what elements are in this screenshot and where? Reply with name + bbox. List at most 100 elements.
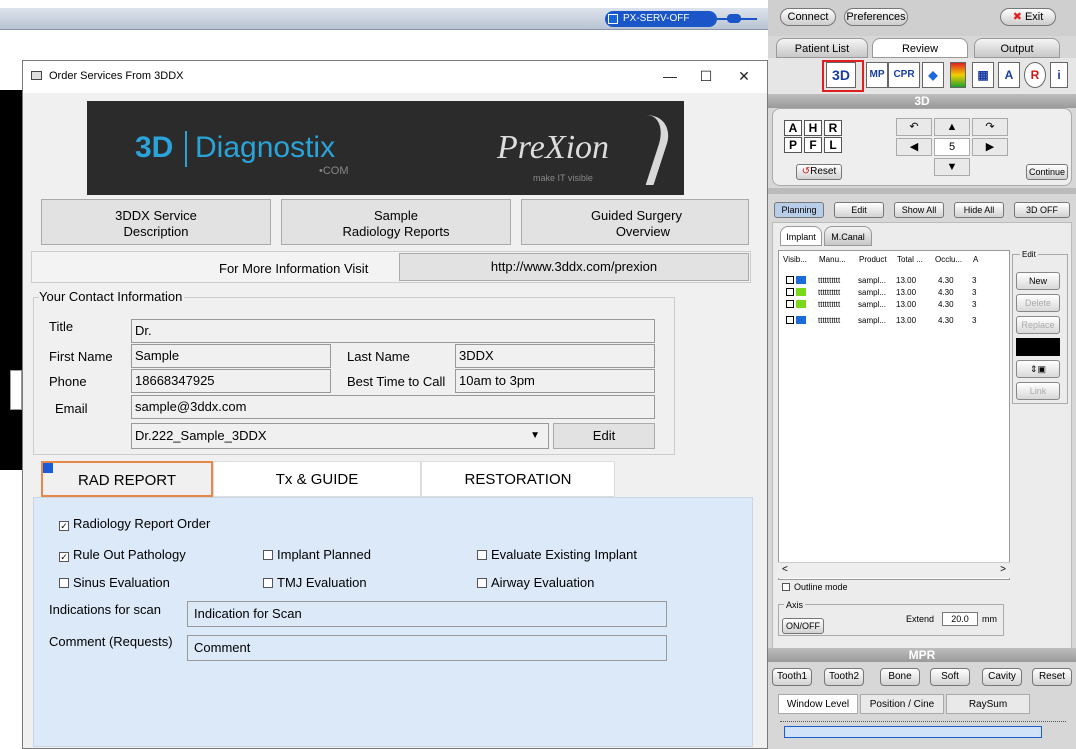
- cpr-tool[interactable]: CPR: [888, 62, 920, 88]
- info-tool[interactable]: i: [1050, 62, 1068, 88]
- minimize-button[interactable]: —: [655, 65, 685, 87]
- phone-field[interactable]: 18668347925: [131, 369, 331, 393]
- close-button[interactable]: ✕: [729, 65, 759, 87]
- row-a: 3: [972, 300, 977, 309]
- mp-tool[interactable]: MP: [866, 62, 888, 88]
- cavity-button[interactable]: Cavity: [982, 668, 1022, 686]
- tab-output[interactable]: Output: [974, 38, 1060, 58]
- rule-out-checkbox[interactable]: ✓ Rule Out Pathology: [59, 547, 186, 562]
- tab-window-level[interactable]: Window Level: [778, 694, 858, 714]
- bone-button[interactable]: Bone: [880, 668, 920, 686]
- step-value[interactable]: 5: [934, 138, 970, 156]
- radiology-order-checkbox[interactable]: ✓ Radiology Report Order: [59, 516, 210, 531]
- 3d-off-button[interactable]: 3D OFF: [1014, 202, 1070, 218]
- hide-all-button[interactable]: Hide All: [954, 202, 1004, 218]
- tab-rad-report[interactable]: RAD REPORT: [41, 461, 213, 497]
- visibility-check-icon[interactable]: [786, 288, 794, 296]
- tooth-icon[interactable]: ◆: [922, 62, 944, 88]
- record-tool[interactable]: R: [1024, 62, 1046, 88]
- comment-field[interactable]: Comment: [187, 635, 667, 661]
- connect-button[interactable]: Connect: [780, 8, 836, 26]
- airway-checkbox[interactable]: Airway Evaluation: [477, 575, 594, 590]
- exit-button[interactable]: ✖ Exit: [1000, 8, 1056, 26]
- exit-label: Exit: [1024, 11, 1044, 23]
- arrow-down-icon[interactable]: ▼: [934, 158, 970, 176]
- window-level-slider[interactable]: [784, 726, 1042, 738]
- table-row[interactable]: tttttttttt sampl... 13.00 4.30 3: [786, 300, 1006, 310]
- tab-review[interactable]: Review: [872, 38, 968, 58]
- preferences-button[interactable]: Preferences: [844, 8, 908, 26]
- tooth1-button[interactable]: Tooth1: [772, 668, 812, 686]
- best-time-field[interactable]: 10am to 3pm: [455, 369, 655, 393]
- tab-position-cine[interactable]: Position / Cine: [860, 694, 944, 714]
- email-field[interactable]: sample@3ddx.com: [131, 395, 655, 419]
- outline-mode-checkbox[interactable]: Outline mode: [782, 582, 848, 592]
- length-arrow-icon[interactable]: ⇕▣: [1016, 360, 1060, 378]
- replace-implant-button[interactable]: Replace: [1016, 316, 1060, 334]
- table-row[interactable]: tttttttttt sampl... 13.00 4.30 3: [786, 276, 1006, 286]
- server-status-badge[interactable]: PX-SERV-OFF: [605, 11, 717, 27]
- scroll-right-icon[interactable]: >: [1000, 564, 1006, 575]
- background-scroll-handle: [10, 370, 22, 410]
- view-head-button[interactable]: H: [804, 120, 822, 136]
- reset-view-button[interactable]: ↺Reset: [796, 164, 842, 180]
- color-map-icon[interactable]: [950, 62, 966, 88]
- tab-restoration[interactable]: RESTORATION: [421, 461, 615, 497]
- info-url-button[interactable]: http://www.3ddx.com/prexion: [399, 253, 749, 281]
- arrow-right-icon[interactable]: ▶: [972, 138, 1008, 156]
- visibility-check-icon[interactable]: [786, 300, 794, 308]
- sinus-checkbox[interactable]: Sinus Evaluation: [59, 575, 170, 590]
- indications-field[interactable]: Indication for Scan: [187, 601, 667, 627]
- tab-tx-guide[interactable]: Tx & GUIDE: [213, 461, 421, 497]
- title-field[interactable]: Dr.: [131, 319, 655, 343]
- view-posterior-button[interactable]: P: [784, 137, 802, 153]
- tab-raysum[interactable]: RaySum: [946, 694, 1030, 714]
- tmj-checkbox[interactable]: TMJ Evaluation: [263, 575, 367, 590]
- service-description-button[interactable]: 3DDX Service Description: [41, 199, 271, 245]
- last-name-field[interactable]: 3DDX: [455, 344, 655, 368]
- planning-button[interactable]: Planning: [774, 202, 824, 218]
- tmj-label: TMJ Evaluation: [277, 575, 367, 590]
- visibility-check-icon[interactable]: [786, 316, 794, 324]
- axis-onoff-button[interactable]: ON/OFF: [782, 618, 824, 634]
- dialog-title: Order Services From 3DDX: [49, 70, 184, 82]
- new-implant-button[interactable]: New: [1016, 272, 1060, 290]
- account-select[interactable]: Dr.222_Sample_3DDX ▼: [131, 423, 549, 449]
- table-horizontal-scrollbar[interactable]: < >: [778, 562, 1010, 578]
- soft-button[interactable]: Soft: [930, 668, 970, 686]
- evaluate-existing-checkbox[interactable]: Evaluate Existing Implant: [477, 547, 637, 562]
- tooth2-button[interactable]: Tooth2: [824, 668, 864, 686]
- layout-grid-icon[interactable]: ▦: [972, 62, 994, 88]
- arrow-up-icon[interactable]: ▲: [934, 118, 970, 136]
- view-anterior-button[interactable]: A: [784, 120, 802, 136]
- scroll-left-icon[interactable]: <: [782, 564, 788, 575]
- view-right-button[interactable]: R: [824, 120, 842, 136]
- continue-button[interactable]: Continue: [1026, 164, 1068, 180]
- edit-account-button[interactable]: Edit: [553, 423, 655, 449]
- extend-input[interactable]: 20.0: [942, 612, 978, 626]
- table-row[interactable]: tttttttttt sampl... 13.00 4.30 3: [786, 316, 1006, 326]
- sample-reports-button[interactable]: Sample Radiology Reports: [281, 199, 511, 245]
- tab-implant[interactable]: Implant: [780, 226, 822, 246]
- first-name-field[interactable]: Sample: [131, 344, 331, 368]
- show-all-button[interactable]: Show All: [894, 202, 944, 218]
- view-left-button[interactable]: L: [824, 137, 842, 153]
- rotate-left-up-icon[interactable]: ↶: [896, 118, 932, 136]
- link-button[interactable]: Link: [1016, 382, 1060, 400]
- tab-patient-list[interactable]: Patient List: [776, 38, 868, 58]
- delete-implant-button[interactable]: Delete: [1016, 294, 1060, 312]
- arrow-left-icon[interactable]: ◀: [896, 138, 932, 156]
- implant-color-swatch[interactable]: [1016, 338, 1060, 356]
- annotation-tool[interactable]: A: [998, 62, 1020, 88]
- edit-mode-button[interactable]: Edit: [834, 202, 884, 218]
- reset-mpr-button[interactable]: Reset: [1032, 668, 1072, 686]
- row-total: 13.00: [896, 316, 917, 325]
- visibility-check-icon[interactable]: [786, 276, 794, 284]
- rotate-right-icon[interactable]: ↷: [972, 118, 1008, 136]
- guided-surgery-button[interactable]: Guided Surgery Overview: [521, 199, 749, 245]
- implant-planned-checkbox[interactable]: Implant Planned: [263, 547, 371, 562]
- maximize-button[interactable]: ☐: [691, 65, 721, 87]
- table-row[interactable]: tttttttttt sampl... 13.00 4.30 3: [786, 288, 1006, 298]
- tab-mcanal[interactable]: M.Canal: [824, 226, 872, 246]
- view-foot-button[interactable]: F: [804, 137, 822, 153]
